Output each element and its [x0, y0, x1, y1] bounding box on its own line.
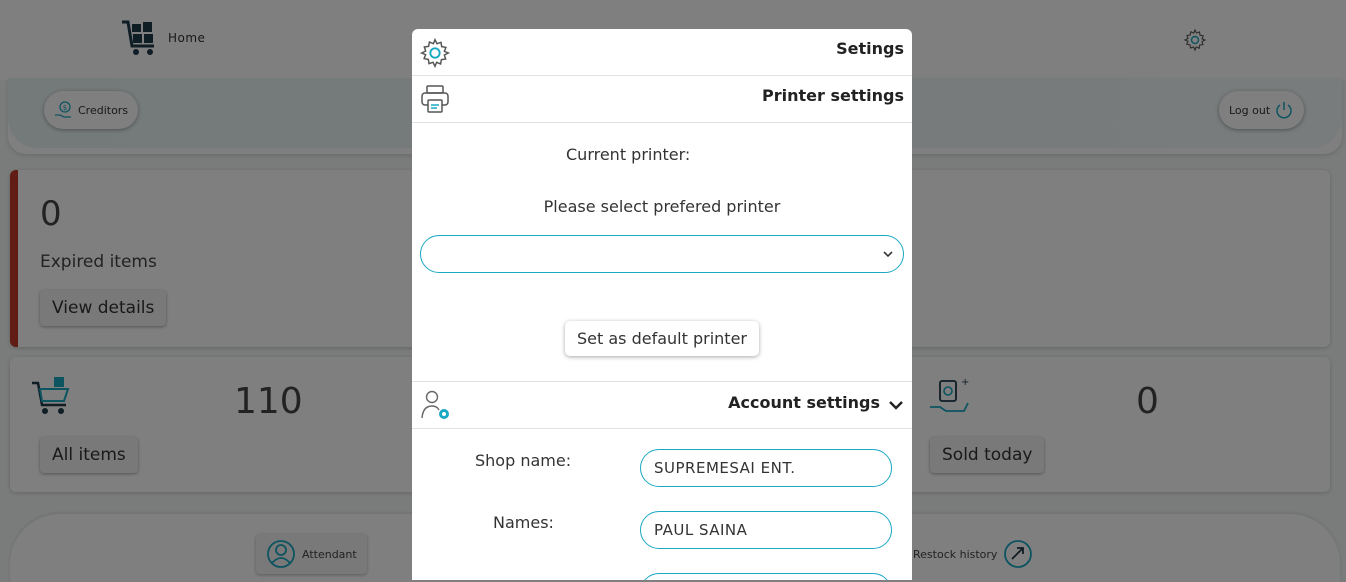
account-settings-header[interactable]: Account settings	[412, 381, 912, 429]
gear-icon	[419, 37, 451, 69]
printer-settings-title: Printer settings	[762, 86, 904, 105]
printer-select[interactable]	[420, 235, 904, 273]
chevron-down-icon	[889, 401, 903, 410]
select-printer-prompt: Please select prefered printer	[543, 197, 781, 216]
user-gear-icon	[421, 390, 449, 419]
account-settings-title: Account settings	[728, 393, 880, 412]
chevron-down-icon	[883, 251, 893, 258]
settings-modal: Setings Printer settings Current printer…	[412, 29, 912, 580]
settings-title: Setings	[836, 39, 904, 58]
printer-settings-header[interactable]: Printer settings	[412, 76, 912, 123]
set-default-printer-button[interactable]: Set as default printer	[565, 321, 759, 356]
current-printer-label: Current printer:	[566, 145, 691, 164]
printer-icon	[421, 85, 449, 113]
settings-header: Setings	[412, 29, 912, 76]
names-label: Names:	[493, 513, 554, 532]
names-field[interactable]: PAUL SAINA	[640, 511, 892, 549]
shop-name-field[interactable]: SUPREMESAI ENT.	[640, 449, 892, 487]
next-field[interactable]	[640, 573, 892, 580]
shop-name-label: Shop name:	[475, 451, 572, 470]
